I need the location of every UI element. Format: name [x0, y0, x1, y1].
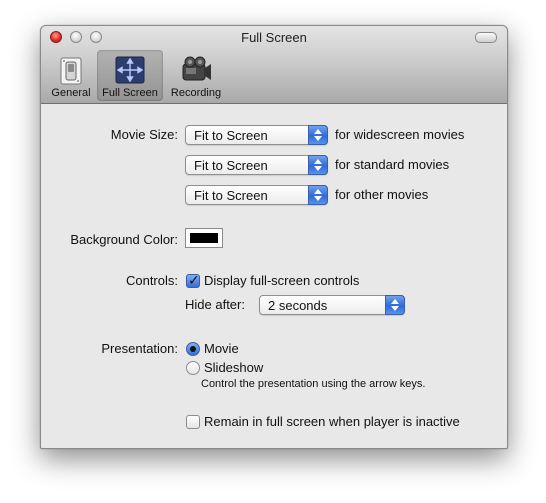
other-suffix: for other movies: [335, 187, 429, 202]
window-title: Full Screen: [241, 30, 307, 45]
movie-radio-label: Movie: [204, 341, 239, 356]
hide-after-popup[interactable]: 2 seconds: [259, 295, 405, 315]
fullscreen-icon: [115, 56, 145, 84]
popup-value: Fit to Screen: [194, 128, 268, 143]
movie-size-widescreen-popup[interactable]: Fit to Screen: [185, 125, 328, 145]
toolbar-item-label: General: [51, 87, 91, 99]
switch-icon: [60, 57, 82, 85]
background-color-label: Background Color:: [70, 232, 178, 247]
popup-value: 2 seconds: [268, 298, 328, 313]
toolbar-toggle-button[interactable]: [475, 32, 497, 43]
toolbar: Full Screen General Full Screen Recordin…: [41, 26, 507, 104]
toolbar-item-recording[interactable]: Recording: [167, 50, 225, 101]
toolbar-item-general[interactable]: General: [47, 50, 95, 101]
popup-arrows-icon: [308, 125, 328, 145]
popup-arrows-icon: [385, 295, 405, 315]
hide-after-label: Hide after:: [185, 297, 245, 312]
widescreen-suffix: for widescreen movies: [335, 127, 465, 142]
toolbar-item-label: Recording: [170, 87, 222, 99]
popup-value: Fit to Screen: [194, 188, 268, 203]
background-color-well[interactable]: [185, 228, 223, 248]
presentation-label: Presentation:: [101, 341, 178, 356]
camera-icon: [182, 56, 211, 81]
popup-arrows-icon: [308, 185, 328, 205]
movie-size-label: Movie Size:: [110, 127, 178, 142]
movie-size-other-popup[interactable]: Fit to Screen: [185, 185, 328, 205]
controls-label: Controls:: [125, 273, 178, 288]
preferences-window: Full Screen General Full Screen Recordin…: [40, 25, 508, 449]
popup-value: Fit to Screen: [194, 158, 268, 173]
display-controls-checkbox[interactable]: [186, 272, 200, 289]
toolbar-item-full-screen[interactable]: Full Screen: [97, 50, 163, 101]
presentation-hint: Control the presentation using the arrow…: [201, 378, 426, 390]
standard-suffix: for standard movies: [335, 157, 450, 172]
color-swatch: [190, 233, 218, 243]
movie-size-standard-popup[interactable]: Fit to Screen: [185, 155, 328, 175]
remain-fullscreen-label: Remain in full screen when player is ina…: [204, 414, 460, 429]
remain-fullscreen-checkbox[interactable]: [186, 415, 200, 429]
presentation-movie-radio[interactable]: [186, 342, 200, 356]
presentation-slideshow-radio[interactable]: [186, 361, 200, 375]
display-controls-label: Display full-screen controls: [204, 273, 360, 288]
slideshow-radio-label: Slideshow: [204, 360, 264, 375]
toolbar-item-label: Full Screen: [102, 87, 158, 99]
popup-arrows-icon: [308, 155, 328, 175]
